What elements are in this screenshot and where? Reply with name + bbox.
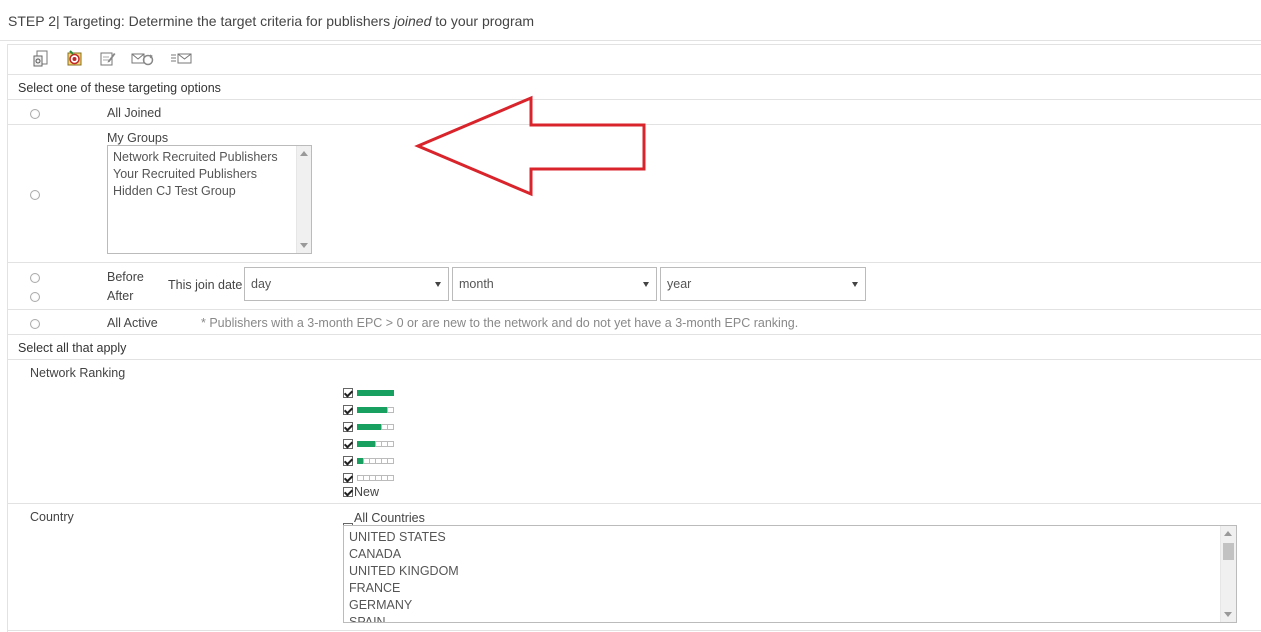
- ranking-checkbox[interactable]: [343, 438, 353, 449]
- ranking-row: [343, 418, 394, 435]
- ranking-checkbox[interactable]: [343, 421, 353, 432]
- rankings-list: [343, 384, 394, 486]
- country-listbox[interactable]: UNITED STATES CANADA UNITED KINGDOM FRANCE G…: [343, 525, 1237, 623]
- scroll-thumb[interactable]: [1223, 543, 1234, 560]
- my-groups-radio[interactable]: [30, 190, 40, 200]
- ranking-segment: [387, 440, 394, 447]
- ranking-bar: [357, 440, 394, 447]
- month-value: month: [459, 277, 494, 291]
- country-option[interactable]: GERMANY: [349, 597, 459, 614]
- chevron-down-icon: [852, 282, 858, 287]
- ranking-bar: [357, 423, 394, 430]
- ranking-segment: [387, 423, 394, 430]
- new-checkbox[interactable]: [343, 487, 353, 497]
- divider: [0, 40, 1261, 41]
- chevron-down-icon: [643, 282, 649, 287]
- ranking-row: [343, 401, 394, 418]
- year-select[interactable]: year: [660, 267, 866, 301]
- toolbar: [32, 49, 194, 66]
- divider: [7, 334, 1261, 335]
- my-groups-label: My Groups: [107, 131, 169, 145]
- divider: [7, 503, 1261, 504]
- report-icon[interactable]: [32, 50, 50, 66]
- month-select[interactable]: month: [452, 267, 657, 301]
- group-option[interactable]: Hidden CJ Test Group: [113, 183, 278, 200]
- annotation-arrow-icon: [414, 95, 646, 197]
- country-option[interactable]: CANADA: [349, 546, 459, 563]
- ranking-bar: [357, 474, 394, 481]
- groups-scrollbar[interactable]: [296, 146, 311, 253]
- ranking-checkbox[interactable]: [343, 472, 353, 483]
- groups-listbox[interactable]: Network Recruited Publishers Your Recrui…: [107, 145, 312, 254]
- title-text-end: to your program: [435, 13, 535, 29]
- before-label: Before: [107, 270, 144, 284]
- all-active-label: All Active: [107, 316, 158, 330]
- ranking-row: [343, 384, 394, 401]
- targeting-section-label: Select one of these targeting options: [18, 81, 221, 95]
- divider: [7, 74, 1261, 75]
- after-label: After: [107, 289, 134, 303]
- scroll-down-icon[interactable]: [1224, 612, 1232, 617]
- all-active-radio[interactable]: [30, 319, 40, 329]
- divider: [7, 359, 1261, 360]
- ranking-bar: [357, 406, 394, 413]
- country-scrollbar[interactable]: [1220, 526, 1236, 622]
- apply-section-label: Select all that apply: [18, 341, 127, 355]
- step-label: STEP 2|: [8, 13, 60, 29]
- chevron-down-icon: [435, 282, 441, 287]
- day-select[interactable]: day: [244, 267, 449, 301]
- country-option[interactable]: UNITED STATES: [349, 529, 459, 546]
- frame-left: [7, 504, 8, 632]
- network-ranking-label: Network Ranking: [30, 366, 126, 380]
- ranking-row: [343, 435, 394, 452]
- mail-list-icon[interactable]: [170, 50, 194, 66]
- day-value: day: [251, 277, 272, 291]
- ranking-checkbox[interactable]: [343, 387, 353, 398]
- country-option[interactable]: SPAIN: [349, 614, 459, 622]
- new-label: New: [354, 485, 380, 499]
- title-text: Targeting: Determine the target criteria…: [63, 13, 391, 29]
- join-date-label: This join date: [168, 278, 243, 292]
- frame-left: [7, 44, 8, 504]
- scroll-down-icon[interactable]: [300, 243, 308, 248]
- all-countries-label: All Countries: [354, 511, 425, 525]
- group-option[interactable]: Network Recruited Publishers: [113, 149, 278, 166]
- mail-refresh-icon[interactable]: [131, 50, 155, 66]
- country-label: Country: [30, 510, 74, 524]
- group-option[interactable]: Your Recruited Publishers: [113, 166, 278, 183]
- ranking-segment: [387, 406, 394, 413]
- all-active-note: * Publishers with a 3-month EPC > 0 or a…: [201, 316, 799, 330]
- target-icon[interactable]: [65, 49, 83, 66]
- ranking-segment: [387, 474, 394, 481]
- divider: [7, 630, 1261, 631]
- page-title: STEP 2| Targeting: Determine the target …: [8, 13, 534, 29]
- ranking-segment: [387, 389, 394, 396]
- scroll-up-icon[interactable]: [300, 151, 308, 156]
- ranking-segment: [387, 457, 394, 464]
- country-option[interactable]: UNITED KINGDOM: [349, 563, 459, 580]
- ranking-row: [343, 452, 394, 469]
- ranking-row: [343, 469, 394, 486]
- all-joined-radio[interactable]: [30, 109, 40, 119]
- divider: [7, 262, 1261, 263]
- year-value: year: [667, 277, 692, 291]
- ranking-bar: [357, 389, 394, 396]
- ranking-bar: [357, 457, 394, 464]
- country-option[interactable]: FRANCE: [349, 580, 459, 597]
- title-emphasis: joined: [393, 13, 432, 29]
- before-radio[interactable]: [30, 273, 40, 283]
- after-radio[interactable]: [30, 292, 40, 302]
- divider: [7, 309, 1261, 310]
- scroll-up-icon[interactable]: [1224, 531, 1232, 536]
- ranking-checkbox[interactable]: [343, 455, 353, 466]
- edit-icon[interactable]: [98, 50, 116, 66]
- ranking-checkbox[interactable]: [343, 404, 353, 415]
- divider: [7, 44, 1261, 45]
- all-joined-label: All Joined: [107, 106, 162, 120]
